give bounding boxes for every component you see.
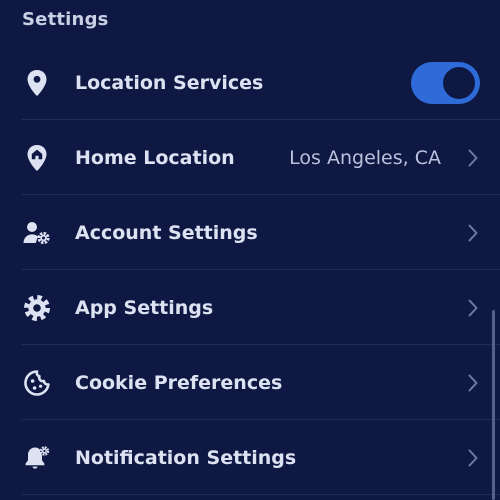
chevron-right-icon: [466, 223, 480, 243]
toggle-knob: [443, 66, 475, 99]
location-services-toggle[interactable]: [411, 61, 480, 104]
gear-icon: [22, 293, 52, 323]
account-settings-row[interactable]: Account Settings: [0, 195, 500, 270]
chevron-right-icon: [466, 448, 480, 468]
chevron-right-icon: [466, 298, 480, 318]
divider: [22, 494, 500, 495]
app-settings-row[interactable]: App Settings: [0, 270, 500, 345]
chevron-right-icon: [466, 373, 480, 393]
cookie-icon: [22, 368, 52, 398]
location-services-row[interactable]: Location Services: [0, 45, 500, 120]
location-services-label: Location Services: [75, 71, 264, 94]
scrollbar[interactable]: [492, 310, 495, 500]
chevron-right-icon: [466, 148, 480, 168]
user-gear-icon: [22, 218, 52, 248]
bell-gear-icon: [22, 443, 52, 473]
cookie-preferences-row[interactable]: Cookie Preferences: [0, 345, 500, 420]
home-location-row[interactable]: Home Location Los Angeles, CA: [0, 120, 500, 195]
home-location-value: Los Angeles, CA: [289, 146, 441, 169]
settings-screen: Settings Location Services Home Location…: [0, 0, 500, 500]
notification-settings-row[interactable]: Notification Settings: [0, 420, 500, 495]
app-settings-label: App Settings: [75, 296, 214, 319]
account-settings-label: Account Settings: [75, 221, 258, 244]
home-pin-icon: [22, 143, 52, 173]
section-title: Settings: [22, 9, 109, 30]
cookie-preferences-label: Cookie Preferences: [75, 371, 283, 394]
notification-settings-label: Notification Settings: [75, 446, 297, 469]
home-location-label: Home Location: [75, 146, 235, 169]
location-pin-icon: [22, 68, 52, 98]
